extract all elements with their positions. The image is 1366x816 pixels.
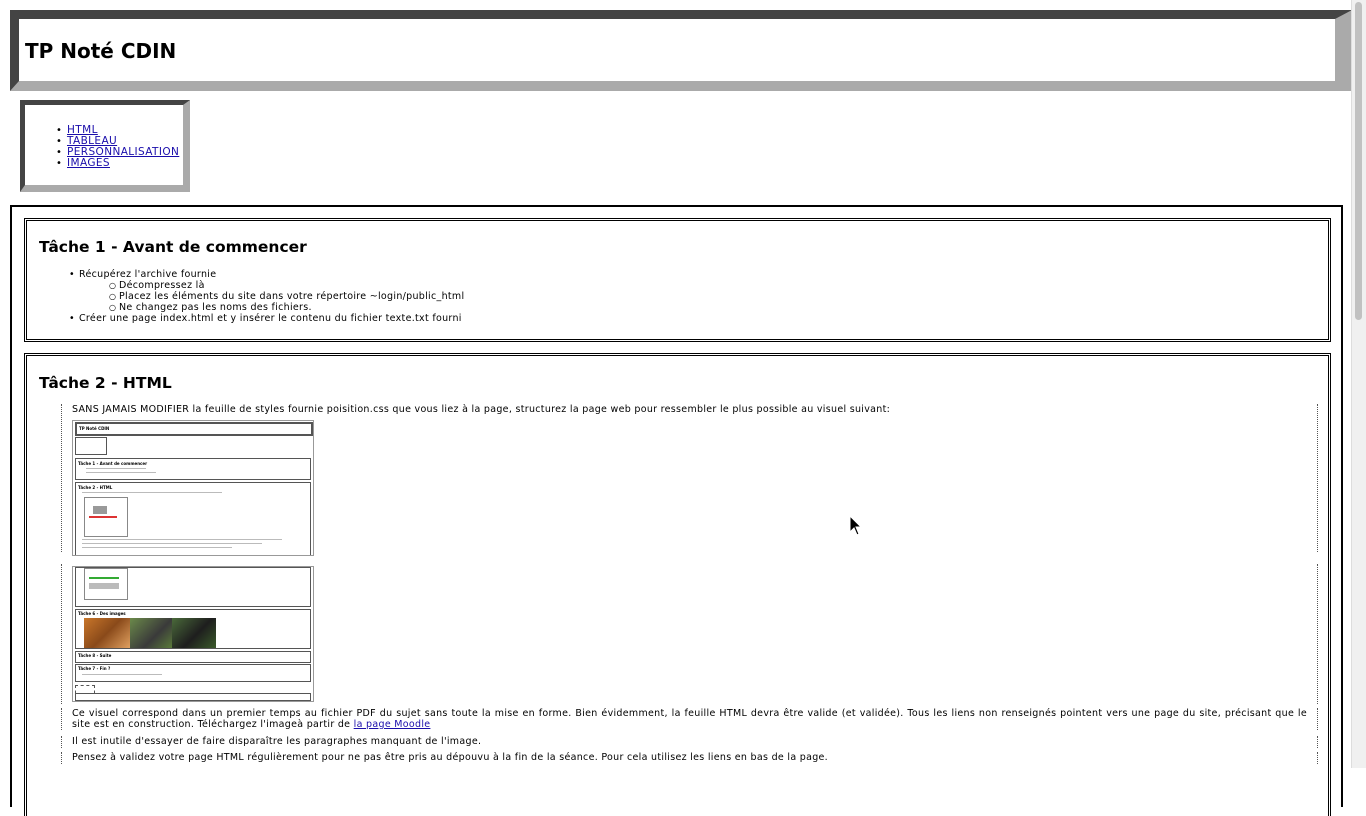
preview-green-bar (89, 577, 119, 579)
preview-footer (75, 693, 311, 701)
preview-inner-shot (84, 497, 128, 537)
list-item: Décompressez là (109, 280, 464, 291)
vertical-scrollbar[interactable] (1351, 0, 1366, 768)
visual-preview-bottom: Tâche 6 - Des images Tâche 8 - Suite Tâc… (72, 566, 314, 702)
task1-item1-text: Récupérez l'archive fournie (79, 269, 217, 280)
preview-red-bar (89, 516, 117, 518)
preview-line (86, 472, 156, 473)
preview-line (86, 468, 146, 469)
task1-title: Tâche 1 - Avant de commencer (39, 238, 307, 256)
visual-preview-top: TP Noté CDIN Tâche 1 - Avant de commence… (72, 420, 314, 556)
main-content: Tâche 1 - Avant de commencer Récupérez l… (10, 205, 1343, 816)
task1-sublist: Décompressez là Placez les éléments du s… (79, 280, 464, 313)
preview-line (82, 543, 262, 544)
preview-task1: Tâche 1 - Avant de commencer (75, 458, 311, 480)
nav-link-images[interactable]: IMAGES (67, 157, 110, 169)
preview-task2: Tâche 2 - HTML (75, 482, 311, 555)
preview-line (82, 674, 162, 675)
preview-task2-title: Tâche 2 - HTML (78, 485, 113, 490)
task1-section: Tâche 1 - Avant de commencer Récupérez l… (24, 218, 1331, 342)
task2-p5-text: Pensez à validez votre page HTML réguliè… (72, 752, 829, 763)
task2-section: Tâche 2 - HTML SANS JAMAIS MODIFIER la f… (24, 353, 1331, 816)
preview-nav (75, 437, 107, 455)
preview-inner-shot (84, 568, 128, 600)
nav-list: HTML TABLEAU PERSONNALISATION IMAGES (56, 125, 179, 170)
nav-box: HTML TABLEAU PERSONNALISATION IMAGES (20, 100, 190, 192)
preview-line (82, 539, 282, 540)
preview-task6: Tâche 6 - Des images (75, 609, 311, 649)
task2-title: Tâche 2 - HTML (39, 374, 172, 392)
moodle-link[interactable]: la page Moodle (354, 719, 431, 730)
preview-task6-title: Tâche 6 - Des images (78, 611, 126, 616)
preview-gray-block (89, 583, 119, 589)
list-item: Placez les éléments du site dans votre r… (109, 291, 464, 302)
nav-item-images: IMAGES (56, 157, 179, 170)
preview-line (82, 492, 222, 493)
preview-task8: Tâche 8 - Suite (75, 651, 311, 663)
page-title: TP Noté CDIN (25, 39, 177, 63)
preview-header: TP Noté CDIN (75, 422, 313, 436)
task2-p1-text: SANS JAMAIS MODIFIER la feuille de style… (72, 404, 891, 415)
preview-task1-title: Tâche 1 - Avant de commencer (78, 461, 148, 466)
list-item: Récupérez l'archive fournie Décompressez… (69, 269, 464, 313)
preview-task8-title: Tâche 8 - Suite (78, 653, 112, 658)
preview-line (82, 547, 232, 548)
task2-paragraph-5: Pensez à validez votre page HTML réguliè… (61, 752, 1318, 764)
preview-animal-image (84, 618, 216, 648)
gorilla-image (172, 618, 216, 648)
mouse-cursor-icon (849, 515, 863, 536)
task1-list: Récupérez l'archive fournie Décompressez… (69, 269, 464, 324)
page-header: TP Noté CDIN (10, 10, 1352, 91)
list-item: Ne changez pas les noms des fichiers. (109, 302, 464, 313)
task2-p4-text: Il est inutile d'essayer de faire dispar… (72, 736, 482, 747)
preview-gray-block (93, 506, 107, 514)
task2-paragraph-3: Ce visuel correspond dans un premier tem… (61, 708, 1318, 730)
preview-title: TP Noté CDIN (79, 426, 110, 431)
task2-p3-text: Ce visuel correspond dans un premier tem… (72, 708, 1307, 730)
elephant-image (130, 618, 172, 648)
task2-paragraph-4: Il est inutile d'essayer de faire dispar… (61, 736, 1318, 748)
preview-task7: Tâche 7 - Fin ? (75, 664, 311, 682)
tiger-image (84, 618, 130, 648)
list-item: Créer une page index.html et y insérer l… (69, 313, 464, 324)
preview-task7-title: Tâche 7 - Fin ? (78, 666, 111, 671)
scrollbar-thumb[interactable] (1355, 2, 1362, 320)
preview-task2-cont (75, 567, 311, 607)
